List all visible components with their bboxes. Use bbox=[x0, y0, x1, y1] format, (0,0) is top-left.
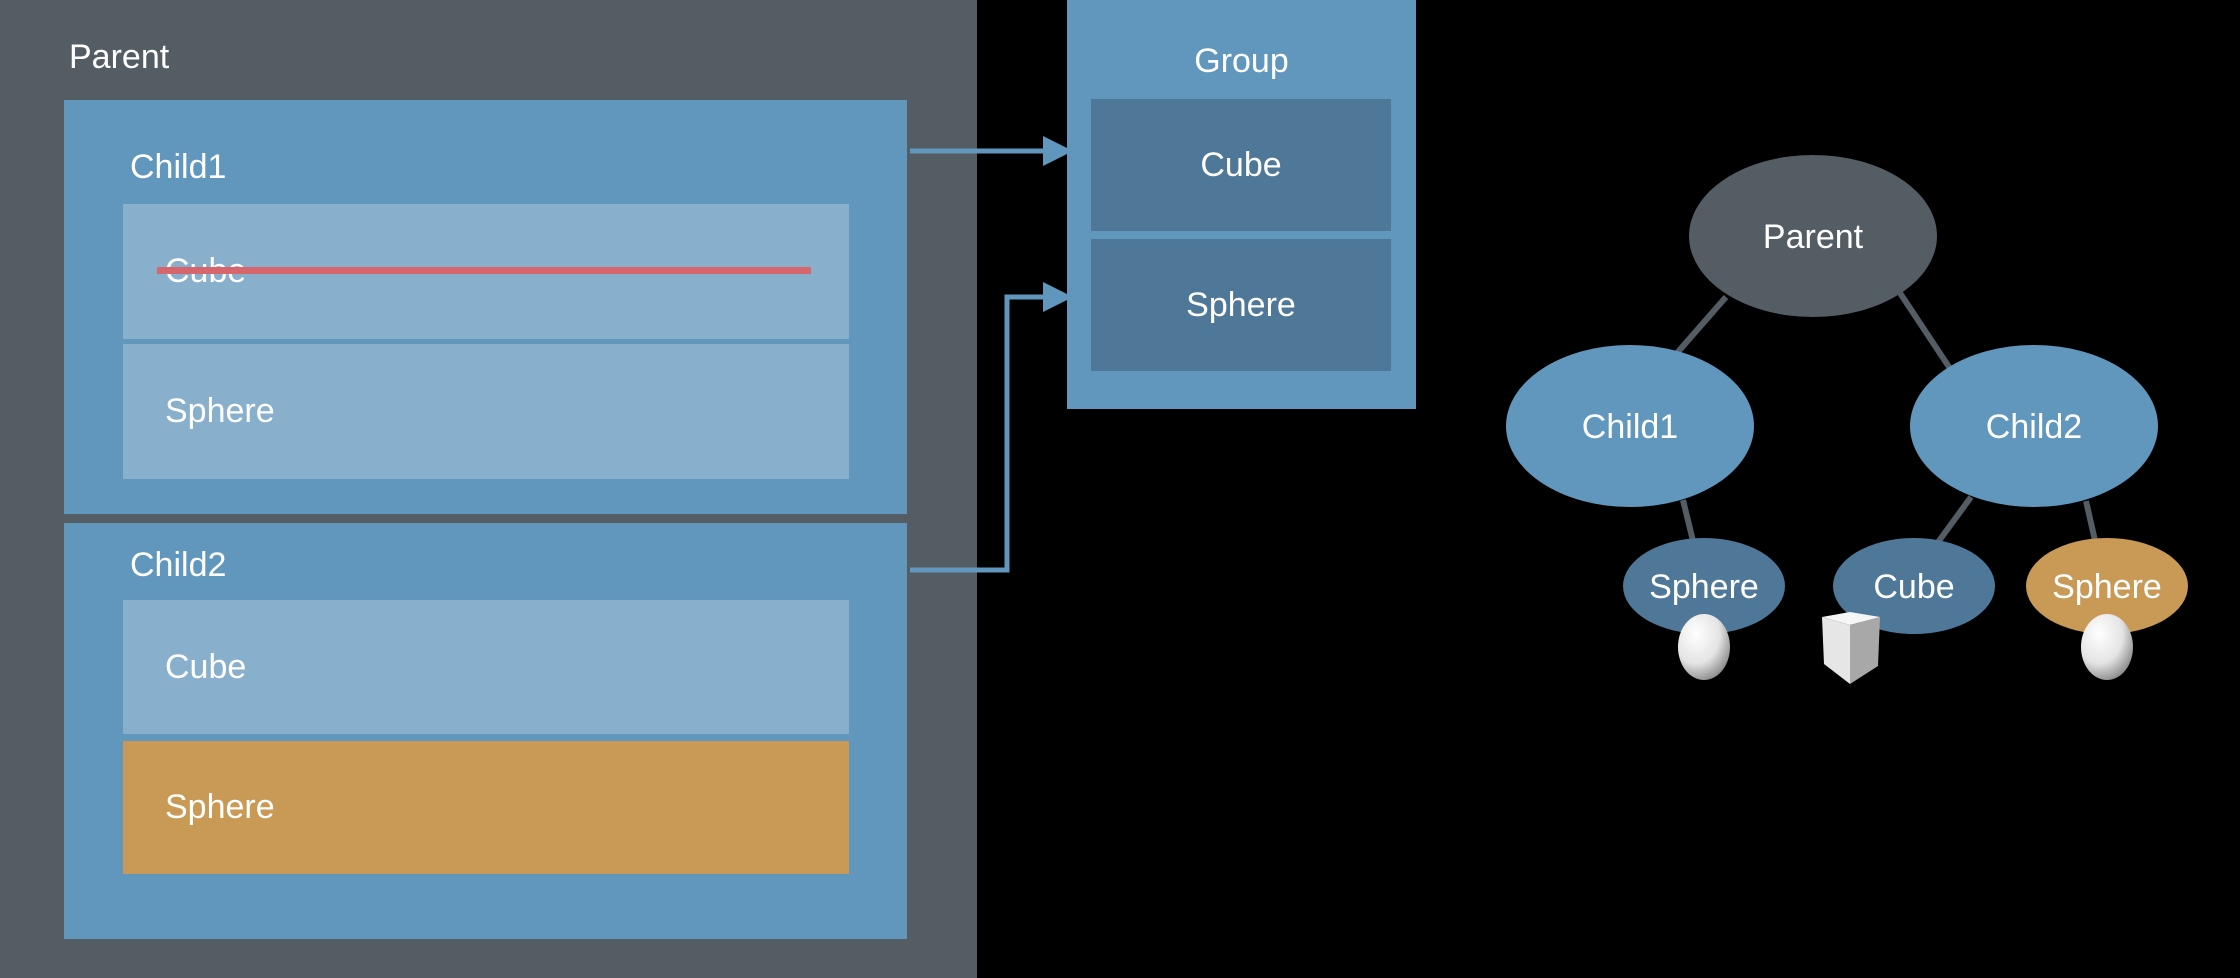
cube-3d-icon bbox=[1822, 612, 1880, 684]
edge-parent-child1 bbox=[1674, 295, 1729, 355]
tree-node-child2-label: Child2 bbox=[1986, 408, 2082, 446]
edge-parent-child2 bbox=[1897, 291, 1954, 372]
edge-child1-sphere bbox=[1680, 499, 1697, 546]
connectors: Parent Child1 Child2 Sphere Cube Sphere bbox=[910, 136, 2188, 684]
tree-node-parent-label: Parent bbox=[1763, 218, 1864, 256]
edge-child2-cube bbox=[1933, 495, 1974, 547]
tree-node-child1-label: Child1 bbox=[1582, 408, 1678, 446]
arrow-child2-to-group bbox=[910, 282, 1073, 573]
tree-leaf-child2-sphere-label: Sphere bbox=[2052, 568, 2162, 606]
sphere-3d-icon bbox=[1678, 614, 1730, 680]
edge-child2-sphere bbox=[2083, 500, 2099, 546]
sphere-3d-icon bbox=[2081, 614, 2133, 680]
tree-leaf-child1-sphere-label: Sphere bbox=[1649, 568, 1759, 606]
tree-leaf-child2-cube-label: Cube bbox=[1873, 568, 1954, 606]
